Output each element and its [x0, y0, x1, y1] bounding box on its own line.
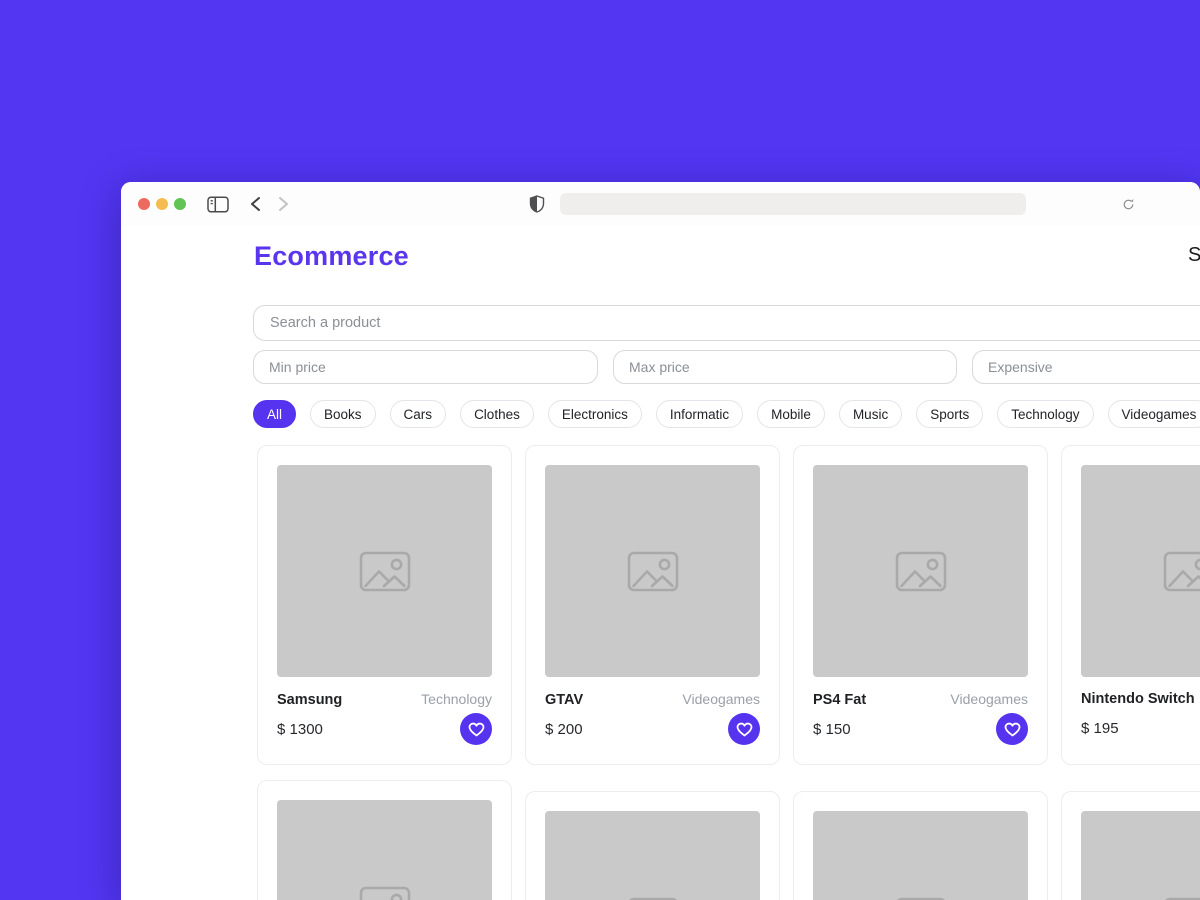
search-input[interactable]: [253, 305, 1200, 341]
nav-link-cutoff[interactable]: S: [1188, 244, 1200, 267]
product-card: Samsung Technology $ 1300: [257, 445, 512, 765]
product-image-placeholder: [813, 465, 1028, 677]
product-name: Nintendo Switch: [1081, 691, 1195, 707]
heart-icon: [1004, 722, 1020, 736]
image-icon: [896, 897, 945, 900]
category-pill-mobile[interactable]: Mobile: [757, 400, 825, 428]
max-price-input[interactable]: [613, 350, 957, 384]
product-meta: GTAV Videogames: [545, 691, 760, 708]
category-pill-sports[interactable]: Sports: [916, 400, 984, 428]
heart-icon: [468, 722, 484, 736]
product-image-placeholder: [813, 811, 1028, 900]
product-price: $ 1300: [277, 720, 323, 738]
product-price: $ 200: [545, 720, 583, 738]
page-header: Ecommerce S: [253, 241, 1200, 272]
category-pill-music[interactable]: Music: [838, 400, 903, 428]
category-filter-bar: All Books Cars Clothes Electronics Infor…: [253, 400, 1200, 428]
product-meta: PS4 Fat Videogames: [813, 691, 1028, 708]
page-content: Ecommerce S All Books Cars Clothes Elect…: [121, 226, 1200, 900]
favorite-button[interactable]: [460, 713, 492, 745]
product-image-placeholder: [277, 465, 492, 677]
product-category: Videogames: [950, 691, 1028, 707]
product-category: Technology: [421, 691, 492, 707]
product-name: GTAV: [545, 692, 584, 708]
product-price-row: $ 195: [1081, 712, 1200, 744]
favorite-button[interactable]: [996, 713, 1028, 745]
product-image-placeholder: [545, 811, 760, 900]
category-pill-informatic[interactable]: Informatic: [655, 400, 744, 428]
zoom-button[interactable]: [174, 198, 186, 210]
product-meta: Nintendo Switch: [1081, 691, 1200, 707]
product-price-row: $ 200: [545, 713, 760, 745]
browser-window: Ecommerce S All Books Cars Clothes Elect…: [121, 182, 1200, 900]
minimize-button[interactable]: [156, 198, 168, 210]
min-price-input[interactable]: [253, 350, 598, 384]
product-price-row: $ 150: [813, 713, 1028, 745]
category-pill-technology[interactable]: Technology: [997, 400, 1094, 428]
image-icon: [1164, 897, 1200, 900]
product-price: $ 150: [813, 720, 851, 738]
product-card: PS4 Fat Videogames $ 150: [793, 445, 1048, 765]
product-image-placeholder: [545, 465, 760, 677]
browser-titlebar: [121, 182, 1200, 226]
category-pill-all[interactable]: All: [253, 400, 297, 428]
traffic-lights: [138, 198, 186, 210]
image-icon: [1163, 551, 1200, 591]
filter-row: [253, 350, 1200, 384]
product-card: Nintendo Switch $ 195: [1061, 445, 1200, 765]
product-card: GTAV Videogames $ 200: [525, 445, 780, 765]
product-name: PS4 Fat: [813, 692, 867, 708]
heart-icon: [736, 722, 752, 736]
product-image-placeholder: [1081, 465, 1200, 677]
category-pill-cars[interactable]: Cars: [389, 400, 447, 428]
product-price: $ 195: [1081, 719, 1119, 737]
category-pill-clothes[interactable]: Clothes: [460, 400, 534, 428]
favorite-button[interactable]: [728, 713, 760, 745]
product-grid: Samsung Technology $ 1300 GTAV Videogames $ 2…: [257, 445, 1200, 900]
sort-select[interactable]: [972, 350, 1200, 384]
category-pill-videogames[interactable]: Videogames: [1107, 400, 1200, 428]
brand-title: Ecommerce: [254, 241, 409, 271]
product-card: [257, 780, 512, 900]
image-icon: [359, 551, 410, 591]
sidebar-toggle-icon[interactable]: [207, 182, 229, 226]
close-button[interactable]: [138, 198, 150, 210]
category-pill-books[interactable]: Books: [310, 400, 376, 428]
product-name: Samsung: [277, 692, 343, 708]
product-card: [525, 791, 780, 900]
product-meta: Samsung Technology: [277, 691, 492, 708]
product-card: [1061, 791, 1200, 900]
product-image-placeholder: [1081, 811, 1200, 900]
category-pill-electronics[interactable]: Electronics: [547, 400, 642, 428]
image-icon: [359, 886, 410, 900]
product-category: Videogames: [682, 691, 760, 707]
address-bar[interactable]: [560, 193, 1026, 215]
privacy-shield-icon[interactable]: [528, 182, 546, 226]
back-icon[interactable]: [247, 182, 263, 226]
product-card: [793, 791, 1048, 900]
reload-icon[interactable]: [1119, 182, 1137, 226]
image-icon: [628, 897, 677, 900]
image-icon: [895, 551, 946, 591]
forward-icon[interactable]: [275, 182, 291, 226]
product-image-placeholder: [277, 800, 492, 900]
image-icon: [627, 551, 678, 591]
product-price-row: $ 1300: [277, 713, 492, 745]
